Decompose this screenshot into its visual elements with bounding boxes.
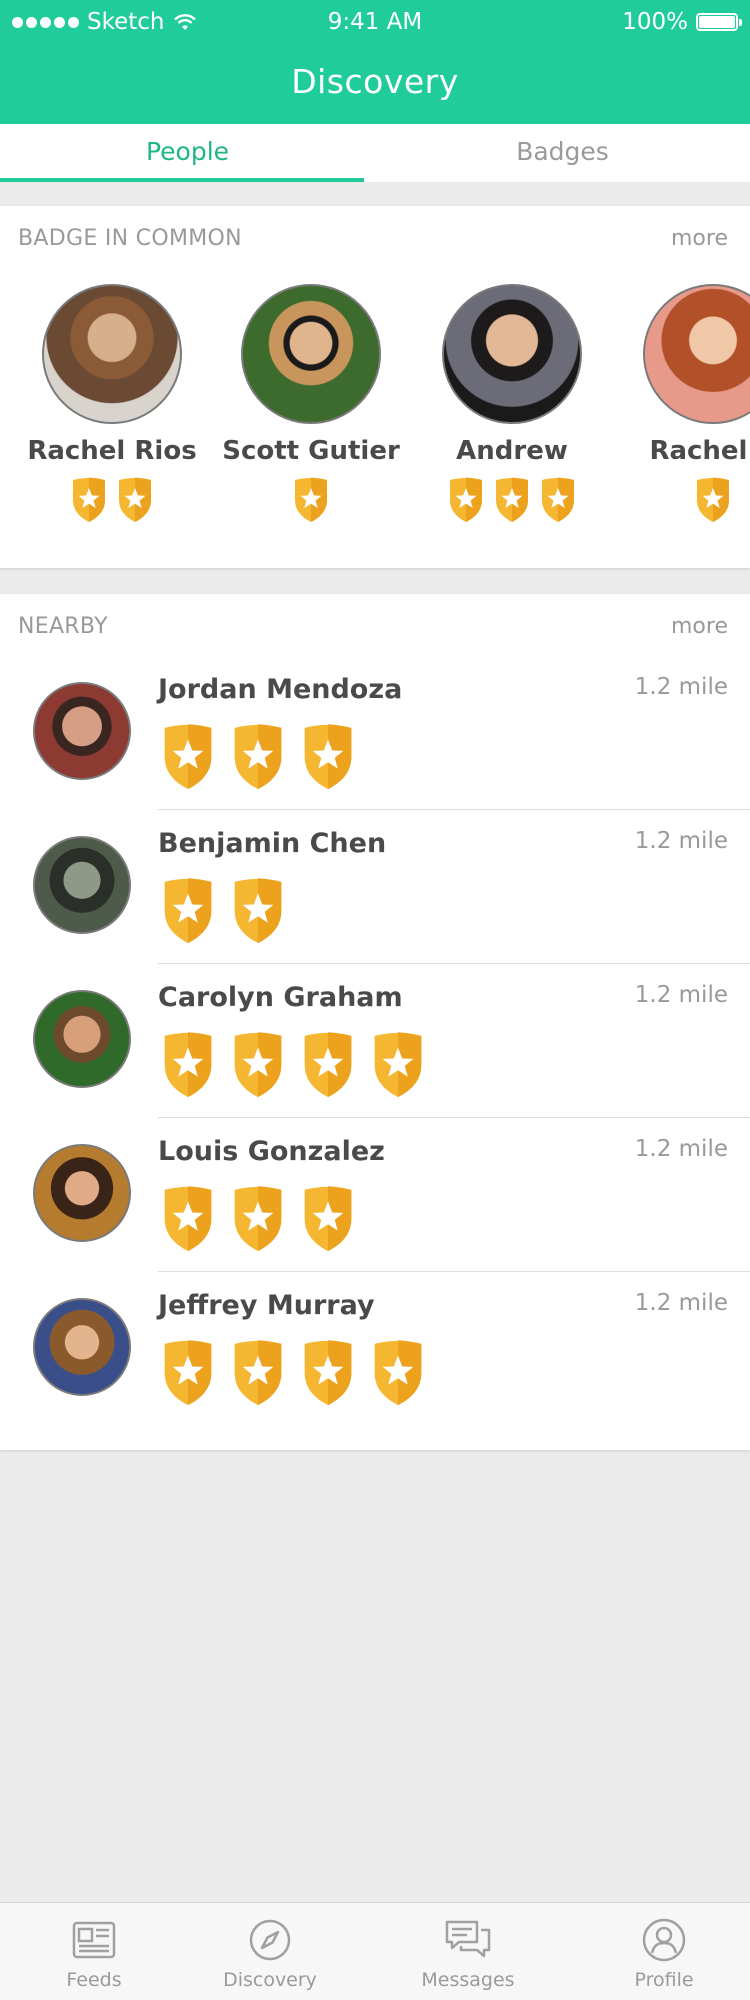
badge-shield-icon: [158, 722, 218, 792]
person-card[interactable]: Andrew: [412, 284, 612, 524]
badge-shield-icon: [298, 1030, 358, 1100]
list-item[interactable]: Benjamin Chen 1.2 mile: [0, 810, 750, 964]
more-link[interactable]: more: [671, 226, 728, 251]
tabbar-label: Feeds: [66, 1969, 122, 1991]
badge-shield-icon: [158, 876, 218, 946]
person-card[interactable]: Scott Gutier: [211, 284, 411, 524]
badge-shield-icon: [693, 476, 733, 524]
bottom-tab-bar: Feeds Discovery Messages Profile: [0, 1902, 750, 2000]
distance-label: 1.2 mile: [634, 674, 728, 700]
section-title: NEARBY: [18, 614, 108, 639]
avatar: [33, 1298, 131, 1396]
person-name: Carolyn Graham: [158, 982, 403, 1013]
badge-shield-icon: [368, 1338, 428, 1408]
badge-shield-icon: [538, 476, 578, 524]
avatar: [33, 990, 131, 1088]
distance-label: 1.2 mile: [634, 1290, 728, 1316]
avatar: [33, 1144, 131, 1242]
avatar: [33, 682, 131, 780]
badge-shield-icon: [69, 476, 109, 524]
badge-shield-icon: [228, 1030, 288, 1100]
segment-tabs: People Badges: [0, 124, 750, 182]
tab-people[interactable]: People: [0, 124, 375, 182]
newspaper-icon: [67, 1913, 121, 1967]
user-icon: [637, 1913, 691, 1967]
badge-shield-icon: [228, 876, 288, 946]
badge-shield-icon: [158, 1184, 218, 1254]
badge-list: [158, 1184, 358, 1254]
tabbar-label: Messages: [421, 1969, 515, 1991]
person-name: Jeffrey Murray: [158, 1290, 375, 1321]
person-name: Louis Gonzalez: [158, 1136, 385, 1167]
nearby-card: NEARBY more Jordan Mendoza 1.2 mile Benj…: [0, 594, 750, 1450]
badge-shield-icon: [446, 476, 486, 524]
person-name: Andrew: [456, 436, 568, 466]
badge-in-common-card: BADGE IN COMMON more Rachel Rios Scott G…: [0, 206, 750, 568]
badge-shield-icon: [291, 476, 331, 524]
tab-badges[interactable]: Badges: [375, 124, 750, 182]
chat-icon: [441, 1913, 495, 1967]
app-header: Sketch 9:41 AM 100% Discovery: [0, 0, 750, 124]
badge-list: [12, 476, 212, 524]
badge-list: [412, 476, 612, 524]
badge-shield-icon: [298, 1338, 358, 1408]
badge-shield-icon: [228, 1184, 288, 1254]
badge-list: [158, 1338, 428, 1408]
badge-shield-icon: [298, 722, 358, 792]
distance-label: 1.2 mile: [634, 1136, 728, 1162]
active-tab-indicator: [0, 178, 364, 182]
more-link[interactable]: more: [671, 614, 728, 639]
tabbar-feeds[interactable]: Feeds: [0, 1913, 188, 1991]
badge-shield-icon: [368, 1030, 428, 1100]
avatar: [33, 836, 131, 934]
avatar: [643, 284, 750, 424]
tabbar-profile[interactable]: Profile: [570, 1913, 750, 1991]
person-card[interactable]: Rachel Rios: [12, 284, 212, 524]
badge-shield-icon: [492, 476, 532, 524]
list-item[interactable]: Jeffrey Murray 1.2 mile: [0, 1272, 750, 1426]
badge-shield-icon: [158, 1030, 218, 1100]
battery-icon: [696, 13, 742, 31]
compass-icon: [243, 1913, 297, 1967]
status-bar: Sketch 9:41 AM 100%: [0, 0, 750, 44]
badge-shield-icon: [115, 476, 155, 524]
page-title: Discovery: [291, 62, 459, 101]
tabbar-discovery[interactable]: Discovery: [176, 1913, 364, 1991]
avatar: [241, 284, 381, 424]
badge-shield-icon: [228, 722, 288, 792]
tabbar-label: Profile: [634, 1969, 694, 1991]
badge-list: [158, 876, 288, 946]
battery-percent: 100%: [622, 9, 688, 35]
list-item[interactable]: Jordan Mendoza 1.2 mile: [0, 656, 750, 810]
person-name: Scott Gutier: [222, 436, 400, 466]
avatar: [442, 284, 582, 424]
person-name: Benjamin Chen: [158, 828, 387, 859]
badge-shield-icon: [158, 1338, 218, 1408]
avatar: [42, 284, 182, 424]
distance-label: 1.2 mile: [634, 828, 728, 854]
badge-shield-icon: [228, 1338, 288, 1408]
tabbar-messages[interactable]: Messages: [374, 1913, 562, 1991]
person-card[interactable]: Rachel R: [613, 284, 750, 524]
section-title: BADGE IN COMMON: [18, 226, 242, 251]
badge-shield-icon: [298, 1184, 358, 1254]
badge-list: [158, 722, 358, 792]
person-name: Jordan Mendoza: [158, 674, 403, 705]
badge-list: [211, 476, 411, 524]
distance-label: 1.2 mile: [634, 982, 728, 1008]
status-right: 100%: [622, 9, 742, 35]
person-name: Rachel Rios: [27, 436, 197, 466]
list-item[interactable]: Louis Gonzalez 1.2 mile: [0, 1118, 750, 1272]
person-name: Rachel R: [649, 436, 750, 466]
list-item[interactable]: Carolyn Graham 1.2 mile: [0, 964, 750, 1118]
tabbar-label: Discovery: [223, 1969, 317, 1991]
badge-list: [158, 1030, 428, 1100]
badge-list: [613, 476, 750, 524]
